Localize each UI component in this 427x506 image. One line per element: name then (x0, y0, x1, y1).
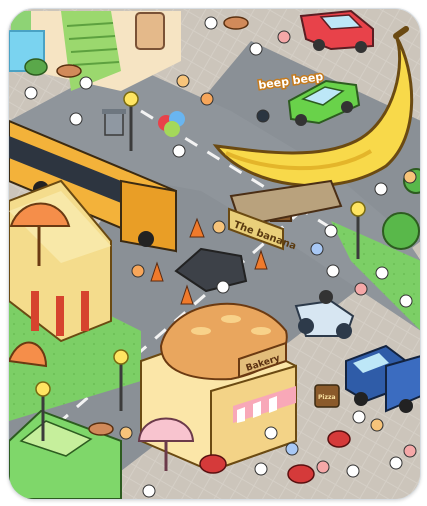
game-viewport: beep beep The banana Bakery Pizza (8, 8, 421, 500)
svg-text:Pizza: Pizza (318, 394, 336, 401)
trash-can (102, 109, 126, 136)
shop-sign-small: Pizza (314, 384, 340, 408)
